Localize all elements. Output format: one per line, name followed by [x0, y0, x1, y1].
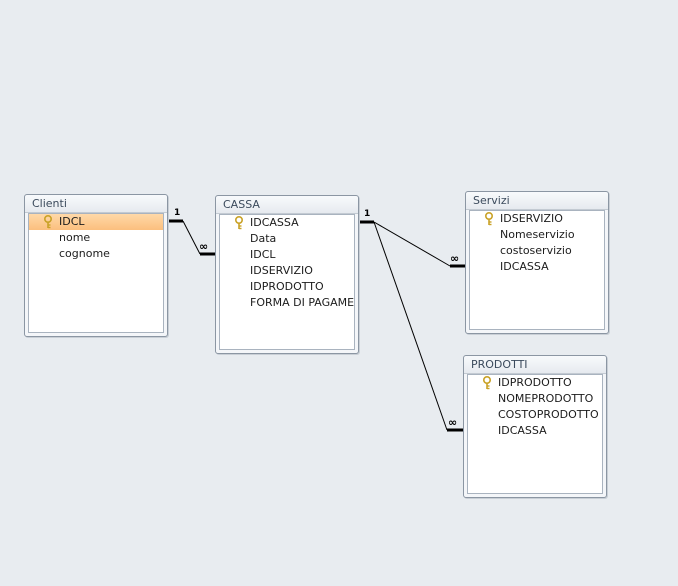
key-icon	[485, 212, 493, 226]
field-row[interactable]: IDPRODOTTO	[220, 279, 354, 295]
field-row[interactable]: COSTOPRODOTTO	[468, 407, 602, 423]
field-name: IDCASSA	[500, 260, 549, 273]
field-name: IDSERVIZIO	[500, 212, 563, 225]
field-row[interactable]: costoservizio	[470, 243, 604, 259]
field-row[interactable]: IDCASSA	[220, 215, 354, 231]
field-list: IDCL nome cognome	[28, 213, 164, 333]
table-cassa[interactable]: CASSA IDCASSA Data IDCL IDSERVIZIO IDPRO…	[215, 195, 359, 354]
field-name: nome	[59, 231, 91, 244]
field-list: IDCASSA Data IDCL IDSERVIZIO IDPRODOTTO …	[219, 214, 355, 350]
table-title[interactable]: PRODOTTI	[464, 356, 606, 374]
field-row[interactable]: NOMEPRODOTTO	[468, 391, 602, 407]
field-row[interactable]: FORMA DI PAGAMENTO	[220, 295, 354, 311]
field-name: Data	[250, 232, 277, 245]
table-servizi[interactable]: Servizi IDSERVIZIO Nomeservizio costoser…	[465, 191, 609, 334]
field-name: IDCL	[250, 248, 276, 261]
key-icon	[44, 215, 52, 229]
key-icon	[483, 376, 491, 390]
field-name: IDSERVIZIO	[250, 264, 313, 277]
field-row[interactable]: IDCL	[29, 214, 163, 230]
field-name: Nomeservizio	[500, 228, 575, 241]
field-name: IDPRODOTTO	[250, 280, 324, 293]
relation-many-label: ∞	[450, 252, 459, 265]
table-title[interactable]: Clienti	[25, 195, 167, 213]
relationships-canvas: 1 ∞ 1 ∞ ∞ Clienti IDCL nome cognome CASS…	[0, 0, 678, 586]
relation-clienti-cassa[interactable]	[168, 219, 215, 256]
field-list: IDSERVIZIO Nomeservizio costoservizio ID…	[469, 210, 605, 330]
key-icon	[235, 216, 243, 230]
field-row[interactable]: IDCL	[220, 247, 354, 263]
field-name: costoservizio	[500, 244, 572, 257]
field-name: COSTOPRODOTTO	[498, 408, 599, 421]
field-name: IDPRODOTTO	[498, 376, 572, 389]
field-row[interactable]: Nomeservizio	[470, 227, 604, 243]
field-name: FORMA DI PAGAMENTO	[250, 296, 355, 309]
field-name: IDCASSA	[498, 424, 547, 437]
relation-many-label: ∞	[448, 416, 457, 429]
field-name: IDCL	[59, 215, 85, 228]
field-row[interactable]: nome	[29, 230, 163, 246]
field-row[interactable]: IDSERVIZIO	[470, 211, 604, 227]
field-row[interactable]: IDPRODOTTO	[468, 375, 602, 391]
field-row[interactable]: IDSERVIZIO	[220, 263, 354, 279]
field-row[interactable]: IDCASSA	[468, 423, 602, 439]
field-list: IDPRODOTTO NOMEPRODOTTO COSTOPRODOTTO ID…	[467, 374, 603, 494]
table-clienti[interactable]: Clienti IDCL nome cognome	[24, 194, 168, 337]
relation-one-label: 1	[364, 209, 371, 219]
table-title[interactable]: Servizi	[466, 192, 608, 210]
field-name: cognome	[59, 247, 110, 260]
field-name: IDCASSA	[250, 216, 299, 229]
relation-one-label: 1	[174, 208, 181, 218]
field-name: NOMEPRODOTTO	[498, 392, 594, 405]
relation-many-label: ∞	[199, 240, 208, 253]
field-row[interactable]: cognome	[29, 246, 163, 262]
field-row[interactable]: IDCASSA	[470, 259, 604, 275]
field-row[interactable]: Data	[220, 231, 354, 247]
table-title[interactable]: CASSA	[216, 196, 358, 214]
table-prodotti[interactable]: PRODOTTI IDPRODOTTO NOMEPRODOTTO COSTOPR…	[463, 355, 607, 498]
